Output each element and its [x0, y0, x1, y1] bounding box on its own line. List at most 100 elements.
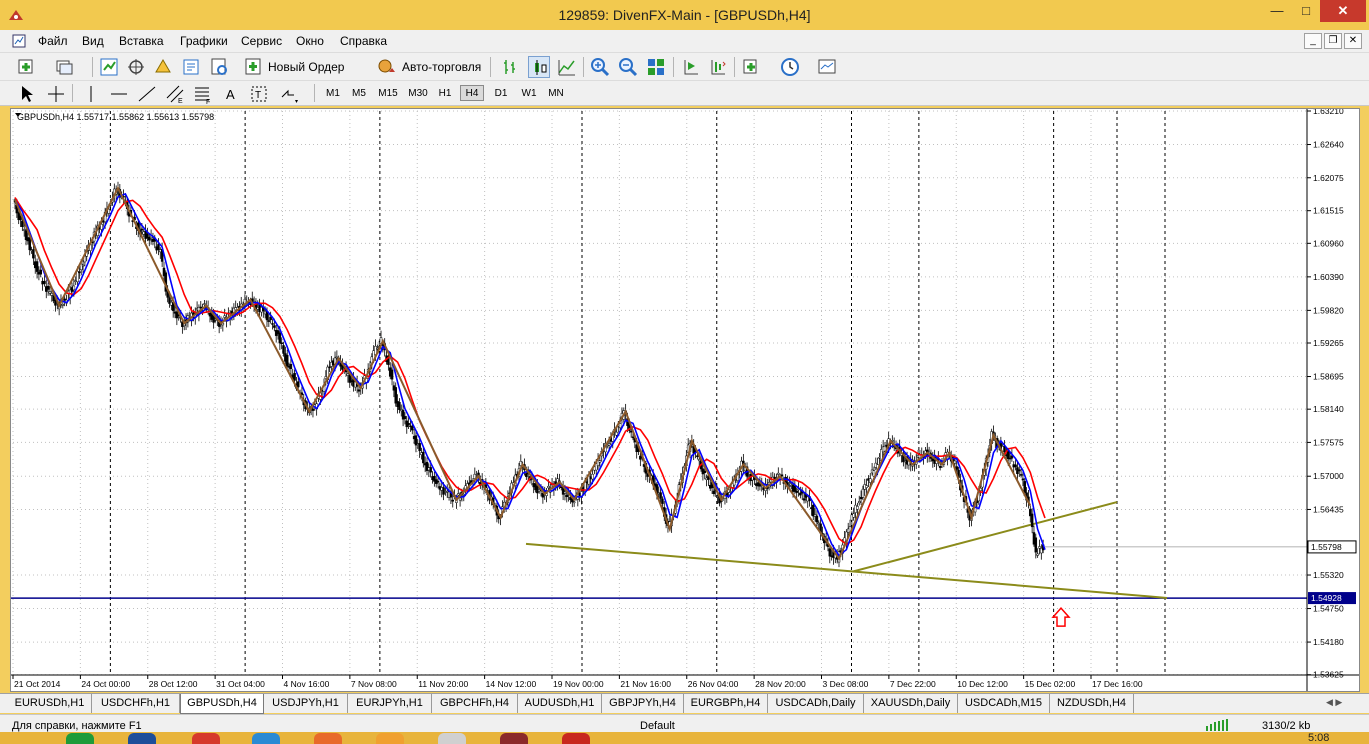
tab-gbpchfh-h4[interactable]: GBPCHFh,H4 [432, 694, 518, 713]
taskbar-app-icon[interactable] [376, 733, 404, 744]
text-label-icon[interactable]: T [248, 83, 270, 105]
candlestick-chart-icon[interactable] [528, 56, 550, 78]
strategy-tester-icon[interactable] [208, 56, 230, 78]
new-chart-icon[interactable] [16, 56, 38, 78]
menu-help[interactable]: Справка [340, 34, 387, 48]
zoom-out-icon[interactable] [617, 56, 639, 78]
tab-audusdh-h1[interactable]: AUDUSDh,H1 [518, 694, 602, 713]
candle-body [157, 244, 160, 250]
timeframe-m15-button[interactable]: M15 [374, 86, 402, 102]
tab-usdchfh-h1[interactable]: USDCHFh,H1 [92, 694, 180, 713]
tab-usdcadh-daily[interactable]: USDCADh,Daily [768, 694, 864, 713]
profiles-icon[interactable] [54, 56, 76, 78]
chart-shift-icon[interactable] [707, 56, 729, 78]
tab-eurjpyh-h1[interactable]: EURJPYh,H1 [348, 694, 432, 713]
candle-body [269, 316, 272, 321]
candle-body [22, 229, 26, 231]
menu-file[interactable]: Файл [38, 34, 68, 48]
timeframe-h1-button[interactable]: H1 [434, 86, 456, 102]
horizontal-line-icon[interactable] [108, 83, 130, 105]
tab-xauusdh-daily[interactable]: XAUUSDh,Daily [864, 694, 958, 713]
tab-usdcadh-m15[interactable]: USDCADh,M15 [958, 694, 1050, 713]
time-tick-label: 15 Dec 02:00 [1025, 679, 1076, 689]
rising-trendline [852, 501, 1118, 573]
tab-usdjpyh-h1[interactable]: USDJPYh,H1 [264, 694, 348, 713]
market-watch-icon[interactable] [98, 56, 120, 78]
status-profile: Default [640, 720, 675, 732]
taskbar-app-icon[interactable] [192, 733, 220, 744]
indicators-icon[interactable] [741, 56, 763, 78]
line-chart-icon[interactable] [556, 56, 578, 78]
data-window-icon[interactable] [125, 56, 147, 78]
mdi-close-button[interactable]: ✕ [1344, 33, 1362, 49]
fibonacci-icon[interactable]: F [192, 83, 214, 106]
maximize-button[interactable]: □ [1292, 0, 1320, 22]
taskbar-app-icon[interactable] [66, 733, 94, 744]
price-chart[interactable]: 1.63210 1.62640 1.62075 1.61515 1.60960 1.603… [10, 108, 1360, 692]
tile-windows-icon[interactable] [645, 56, 667, 78]
mdi-minimize-button[interactable]: _ [1304, 33, 1322, 49]
terminal-icon[interactable] [180, 56, 202, 78]
tab-scroll-arrows[interactable]: ◀ ▶ [1326, 697, 1342, 708]
new-order-button[interactable]: Новый Ордер [268, 60, 344, 74]
periods-clock-icon[interactable] [779, 56, 801, 78]
menu-charts[interactable]: Графики [180, 34, 228, 48]
minimize-button[interactable]: — [1262, 0, 1292, 22]
equidistant-channel-icon[interactable]: E [164, 83, 186, 105]
close-button[interactable]: ✕ [1320, 0, 1366, 22]
svg-text:A: A [226, 87, 235, 102]
taskbar-app-icon[interactable] [128, 733, 156, 744]
timeframe-mn-button[interactable]: MN [544, 86, 568, 102]
vertical-line-icon[interactable] [80, 83, 102, 105]
menu-view[interactable]: Вид [82, 34, 104, 48]
time-tick-label: 11 Nov 20:00 [418, 679, 468, 689]
taskbar-app-icon[interactable] [562, 733, 590, 744]
chart-canvas[interactable]: 1.63210 1.62640 1.62075 1.61515 1.60960 1.603… [11, 109, 1359, 691]
timeframe-m30-button[interactable]: M30 [404, 86, 432, 102]
timeframe-m5-button[interactable]: M5 [348, 86, 370, 102]
candle-body [285, 354, 289, 367]
navigator-icon[interactable] [152, 56, 174, 78]
mdi-restore-button[interactable]: ❐ [1324, 33, 1342, 49]
new-order-icon[interactable] [243, 56, 265, 78]
menu-tools[interactable]: Сервис [241, 34, 282, 48]
timeframe-d1-button[interactable]: D1 [490, 86, 512, 102]
tab-nzdusdh-h4[interactable]: NZDUSDh,H4 [1050, 694, 1134, 713]
taskbar-app-icon[interactable] [500, 733, 528, 744]
tab-eurusdh-h1[interactable]: EURUSDh,H1 [8, 694, 92, 713]
candle-body [273, 325, 276, 328]
taskbar-app-icon[interactable] [314, 733, 342, 744]
candle-body [780, 474, 784, 477]
price-tick-label: 1.62640 [1313, 140, 1344, 150]
timeframe-h4-button[interactable]: H4 [460, 85, 484, 101]
taskbar-app-icon[interactable] [438, 733, 466, 744]
candle-body [1023, 481, 1027, 494]
autotrading-icon[interactable] [376, 56, 398, 78]
price-tick-label: 1.57000 [1313, 471, 1344, 481]
arrows-icon[interactable] [278, 83, 300, 105]
tab-gbpjpyh-h4[interactable]: GBPJPYh,H4 [602, 694, 684, 713]
price-tick-label: 1.59265 [1313, 338, 1344, 348]
candle-body [43, 280, 46, 284]
tab-eurgbph-h4[interactable]: EURGBPh,H4 [684, 694, 768, 713]
auto-scroll-icon[interactable] [680, 56, 702, 78]
menu-insert[interactable]: Вставка [119, 34, 164, 48]
crosshair-icon[interactable] [45, 83, 67, 105]
candle-body [788, 482, 791, 484]
timeframe-m1-button[interactable]: M1 [322, 86, 344, 102]
taskbar-app-icon[interactable] [252, 733, 280, 744]
candle-body [865, 485, 868, 488]
timeframe-w1-button[interactable]: W1 [517, 86, 541, 102]
cursor-icon[interactable] [16, 83, 38, 105]
autotrading-button[interactable]: Авто-торговля [402, 60, 481, 74]
candle-body [861, 488, 865, 498]
tab-gbpusdh-h4[interactable]: GBPUSDh,H4 [180, 694, 264, 714]
templates-icon[interactable] [816, 56, 838, 78]
text-icon[interactable]: A [220, 83, 242, 105]
zoom-in-icon[interactable] [589, 56, 611, 78]
trendline-icon[interactable] [136, 83, 158, 105]
bar-chart-icon[interactable] [499, 56, 521, 78]
candle-body [297, 381, 300, 388]
candle-body [293, 372, 296, 381]
menu-window[interactable]: Окно [296, 34, 324, 48]
